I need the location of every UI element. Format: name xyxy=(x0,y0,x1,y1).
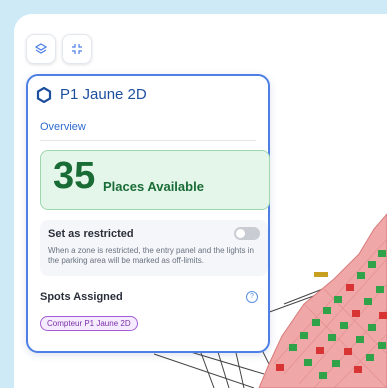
spot-chip[interactable]: Compteur P1 Jaune 2D xyxy=(40,316,138,331)
restricted-toggle[interactable] xyxy=(234,227,260,240)
toggle-knob xyxy=(236,229,245,238)
zone-name: P1 Jaune 2D xyxy=(60,86,147,103)
spots-assigned-title: Spots Assigned xyxy=(40,291,123,303)
places-available-count: 35 xyxy=(53,155,96,197)
divider xyxy=(40,140,256,141)
zone-header: P1 Jaune 2D xyxy=(36,86,147,103)
help-icon[interactable]: ? xyxy=(246,291,258,303)
collapse-button[interactable] xyxy=(62,34,92,64)
hexagon-icon xyxy=(36,86,52,103)
zone-panel: P1 Jaune 2D Overview 35 Places Available… xyxy=(26,74,270,353)
restricted-title: Set as restricted xyxy=(48,228,134,240)
restricted-description: When a zone is restricted, the entry pan… xyxy=(48,246,254,265)
places-available-label: Places Available xyxy=(103,179,204,194)
places-available-card: 35 Places Available xyxy=(40,150,270,210)
restricted-section: Set as restricted When a zone is restric… xyxy=(40,220,268,276)
app-window: P1 Jaune 2D Overview 35 Places Available… xyxy=(14,14,387,388)
layers-icon xyxy=(35,43,47,54)
collapse-icon xyxy=(72,44,82,54)
tab-overview[interactable]: Overview xyxy=(40,121,86,133)
layers-button[interactable] xyxy=(26,34,56,64)
